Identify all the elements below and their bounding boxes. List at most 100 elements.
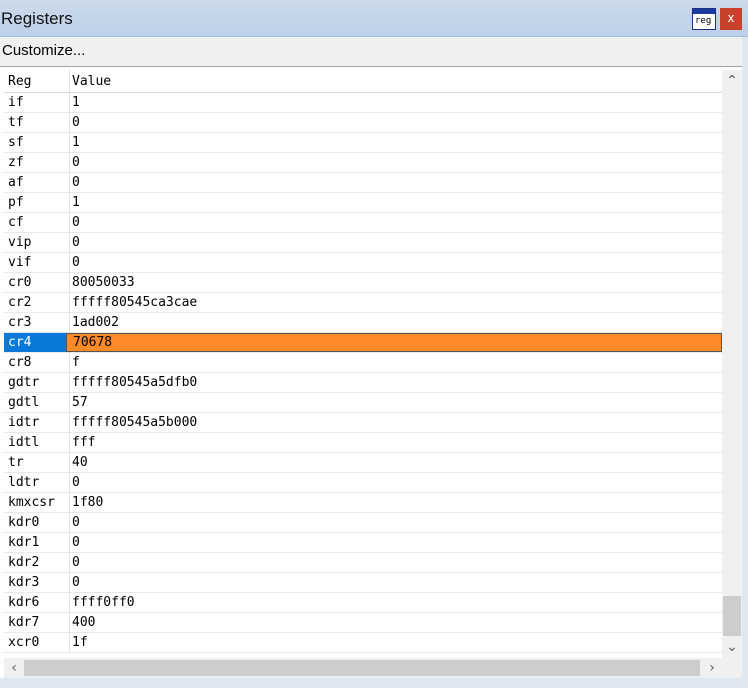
register-value-cell[interactable]: f	[66, 353, 722, 372]
register-name-cell[interactable]: af	[4, 173, 70, 192]
register-value-cell[interactable]: 40	[66, 453, 722, 472]
register-value-cell[interactable]: 1f80	[66, 493, 722, 512]
reg-column-header[interactable]: Reg	[4, 70, 70, 92]
register-value-cell[interactable]: 0	[66, 233, 722, 252]
scroll-up-icon[interactable]: ⌃	[722, 72, 742, 90]
table-row[interactable]: cf 0	[4, 213, 722, 233]
register-value-cell[interactable]: fff	[66, 433, 722, 452]
table-row[interactable]: kdr0 0	[4, 513, 722, 533]
register-value-cell[interactable]: fffff80545a5dfb0	[66, 373, 722, 392]
register-name-cell[interactable]: idtl	[4, 433, 70, 452]
register-value-cell[interactable]: 1f	[66, 633, 722, 652]
table-row-selected[interactable]: cr4 70678	[4, 333, 722, 353]
table-row[interactable]: kdr3 0	[4, 573, 722, 593]
table-row[interactable]: kdr2 0	[4, 553, 722, 573]
table-row[interactable]: gdtl 57	[4, 393, 722, 413]
table-row[interactable]: idtr fffff80545a5b000	[4, 413, 722, 433]
table-row[interactable]: kdr1 0	[4, 533, 722, 553]
register-name-cell[interactable]: sf	[4, 133, 70, 152]
register-value-cell[interactable]: ffff0ff0	[66, 593, 722, 612]
register-name-cell[interactable]: ldtr	[4, 473, 70, 492]
register-name-cell[interactable]: idtr	[4, 413, 70, 432]
scroll-down-icon[interactable]: ⌄	[722, 638, 742, 656]
table-row[interactable]: cr8 f	[4, 353, 722, 373]
table-row[interactable]: tf 0	[4, 113, 722, 133]
register-name-cell[interactable]: kdr0	[4, 513, 70, 532]
registers-window-icon[interactable]: reg	[692, 8, 716, 30]
register-name-cell[interactable]: cr2	[4, 293, 70, 312]
register-value-cell[interactable]: 0	[66, 473, 722, 492]
table-row[interactable]: ldtr 0	[4, 473, 722, 493]
register-name-cell[interactable]: cr3	[4, 313, 70, 332]
register-name-cell[interactable]: cr0	[4, 273, 70, 292]
scroll-right-icon[interactable]: ›	[702, 659, 722, 677]
register-value-cell[interactable]: 0	[66, 513, 722, 532]
register-value-cell[interactable]: 0	[66, 533, 722, 552]
title-bar: Registers reg x	[0, 0, 748, 37]
table-row[interactable]: sf 1	[4, 133, 722, 153]
register-name-cell[interactable]: tr	[4, 453, 70, 472]
register-value-cell[interactable]: fffff80545ca3cae	[66, 293, 722, 312]
table-row[interactable]: zf 0	[4, 153, 722, 173]
register-value-cell[interactable]: 1	[66, 93, 722, 112]
register-value-cell[interactable]: 0	[66, 113, 722, 132]
register-name-cell[interactable]: cr4	[4, 333, 70, 352]
table-row[interactable]: idtl fff	[4, 433, 722, 453]
register-name-cell[interactable]: zf	[4, 153, 70, 172]
table-row[interactable]: xcr0 1f	[4, 633, 722, 653]
register-name-cell[interactable]: kdr3	[4, 573, 70, 592]
register-value-cell[interactable]: fffff80545a5b000	[66, 413, 722, 432]
table-row[interactable]: af 0	[4, 173, 722, 193]
scroll-left-icon[interactable]: ‹	[4, 659, 24, 677]
register-value-cell[interactable]: 0	[66, 153, 722, 172]
table-row[interactable]: kdr6 ffff0ff0	[4, 593, 722, 613]
register-name-cell[interactable]: kdr6	[4, 593, 70, 612]
register-name-cell[interactable]: vip	[4, 233, 70, 252]
register-value-cell[interactable]: 80050033	[66, 273, 722, 292]
register-value-cell[interactable]: 1	[66, 133, 722, 152]
register-name-cell[interactable]: pf	[4, 193, 70, 212]
customize-button[interactable]: Customize...	[2, 42, 85, 59]
register-value-cell[interactable]: 1	[66, 193, 722, 212]
register-name-cell[interactable]: cr8	[4, 353, 70, 372]
table-row[interactable]: cr2 fffff80545ca3cae	[4, 293, 722, 313]
grid-body: if 1 tf 0 sf 1 zf 0 af 0 pf 1 cf 0 vip 0 vif 0 cr0 80050033…	[4, 93, 722, 653]
register-name-cell[interactable]: xcr0	[4, 633, 70, 652]
register-value-cell[interactable]: 1ad002	[66, 313, 722, 332]
register-value-cell[interactable]: 0	[66, 253, 722, 272]
register-name-cell[interactable]: kdr7	[4, 613, 70, 632]
register-value-cell[interactable]: 400	[66, 613, 722, 632]
register-value-cell[interactable]: 57	[66, 393, 722, 412]
register-value-cell[interactable]: 70678	[66, 333, 722, 352]
table-row[interactable]: vif 0	[4, 253, 722, 273]
table-row[interactable]: if 1	[4, 93, 722, 113]
table-row[interactable]: cr3 1ad002	[4, 313, 722, 333]
table-row[interactable]: vip 0	[4, 233, 722, 253]
register-value-cell[interactable]: 0	[66, 573, 722, 592]
vertical-scrollbar[interactable]: ⌃ ⌄	[722, 70, 742, 658]
horizontal-scroll-thumb[interactable]	[24, 660, 700, 676]
register-name-cell[interactable]: gdtr	[4, 373, 70, 392]
value-column-header[interactable]: Value	[66, 70, 722, 92]
register-name-cell[interactable]: gdtl	[4, 393, 70, 412]
table-row[interactable]: tr 40	[4, 453, 722, 473]
register-name-cell[interactable]: cf	[4, 213, 70, 232]
register-value-cell[interactable]: 0	[66, 553, 722, 572]
register-name-cell[interactable]: kdr1	[4, 533, 70, 552]
table-row[interactable]: kmxcsr 1f80	[4, 493, 722, 513]
register-name-cell[interactable]: if	[4, 93, 70, 112]
table-row[interactable]: kdr7 400	[4, 613, 722, 633]
table-row[interactable]: cr0 80050033	[4, 273, 722, 293]
register-name-cell[interactable]: vif	[4, 253, 70, 272]
close-button[interactable]: x	[720, 8, 742, 30]
window-frame-bottom	[0, 678, 748, 688]
register-name-cell[interactable]: tf	[4, 113, 70, 132]
vertical-scroll-thumb[interactable]	[723, 596, 741, 636]
register-value-cell[interactable]: 0	[66, 173, 722, 192]
table-row[interactable]: pf 1	[4, 193, 722, 213]
horizontal-scrollbar[interactable]: ‹ ›	[4, 658, 722, 678]
register-value-cell[interactable]: 0	[66, 213, 722, 232]
register-name-cell[interactable]: kmxcsr	[4, 493, 70, 512]
table-row[interactable]: gdtr fffff80545a5dfb0	[4, 373, 722, 393]
register-name-cell[interactable]: kdr2	[4, 553, 70, 572]
